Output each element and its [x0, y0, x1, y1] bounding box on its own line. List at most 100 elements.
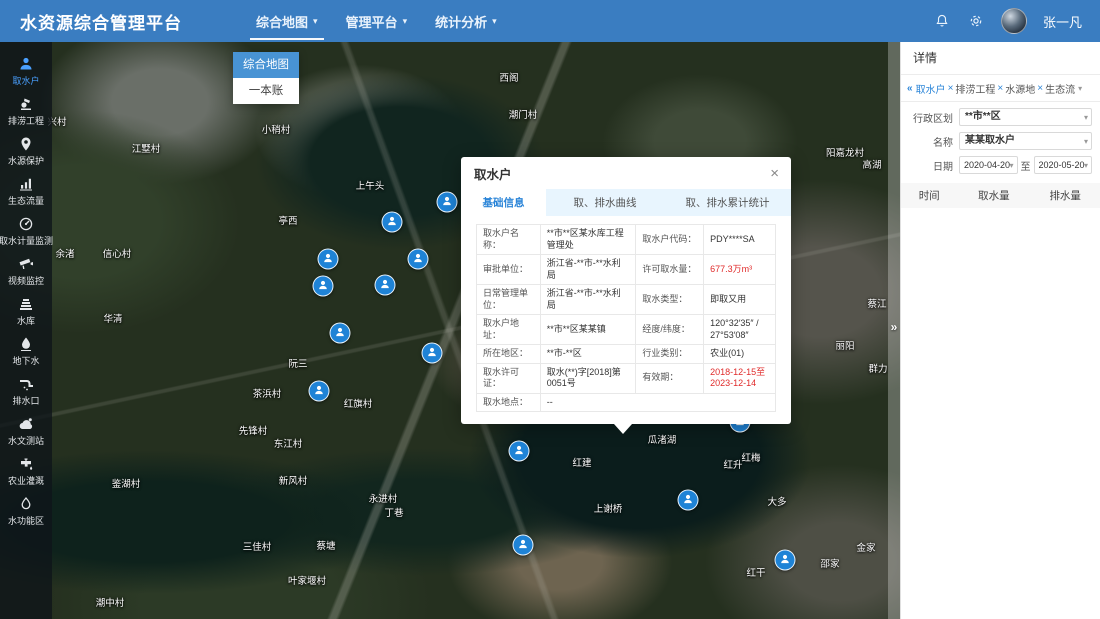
field-value-permitted-volume: 677.3万m³: [704, 255, 776, 285]
sidebar-item-reservoir[interactable]: 水库: [0, 296, 52, 327]
map-place-label: 丽阳: [835, 338, 854, 352]
date-from-picker[interactable]: 2020-04-20 ▾: [959, 156, 1018, 174]
person-icon: [683, 491, 694, 509]
dropdown-item-ledger[interactable]: 一本账: [233, 78, 299, 104]
bar-chart-icon: [18, 176, 34, 192]
water-user-map-marker[interactable]: [382, 212, 403, 233]
water-user-map-marker[interactable]: [330, 323, 351, 344]
panel-tab-drainage-project[interactable]: 排涝工程 ×: [955, 81, 1003, 96]
water-user-map-marker[interactable]: [318, 249, 339, 270]
nav-item-statistics[interactable]: 统计分析 ▾: [421, 0, 511, 42]
tab-basic-info[interactable]: 基础信息: [461, 189, 546, 216]
user-name: 张一凡: [1043, 12, 1082, 31]
water-drop-icon: [18, 336, 34, 352]
dropdown-item-map[interactable]: 综合地图: [233, 52, 299, 78]
field-value-validity-period: 2018-12-15至2023-12-14: [704, 363, 776, 393]
field-label: 取水户地址：: [477, 315, 541, 345]
table-row: 所在地区： **市-**区 行业类别： 农业(01): [477, 345, 776, 364]
person-icon: [318, 277, 329, 295]
tab-intake-discharge-curve[interactable]: 取、排水曲线: [546, 189, 664, 216]
date-to-picker[interactable]: 2020-05-20 ▾: [1034, 156, 1093, 174]
close-icon[interactable]: ×: [770, 166, 779, 181]
sidebar-item-water-function-zone[interactable]: 水功能区: [0, 496, 52, 527]
gear-icon[interactable]: [967, 12, 985, 30]
topbar-right: 张一凡: [933, 0, 1082, 42]
field-label: 取水地点：: [477, 393, 541, 412]
map-place-label: 华清: [103, 311, 122, 325]
field-value: --: [540, 393, 775, 412]
cloud-icon: [18, 416, 34, 432]
region-select[interactable]: **市**区 ▾: [959, 108, 1092, 126]
name-row: 名称 某某取水户 ▾: [901, 132, 1092, 150]
tabs-scroll-left-icon[interactable]: «: [907, 83, 913, 94]
water-user-map-marker[interactable]: [437, 192, 458, 213]
field-label: 取水户代码：: [636, 225, 704, 255]
name-select[interactable]: 某某取水户 ▾: [959, 132, 1092, 150]
panel-tab-water-source[interactable]: 水源地 ×: [1005, 81, 1043, 96]
field-label: 审批单位：: [477, 255, 541, 285]
sidebar-item-eco-flow[interactable]: 生态流量: [0, 176, 52, 207]
field-label: 所在地区：: [477, 345, 541, 364]
user-avatar[interactable]: [1001, 8, 1027, 34]
map-place-label: 蔡塘: [316, 538, 335, 552]
popup-pointer-arrow: [614, 424, 632, 434]
map-place-label: 瓜渚湖: [648, 432, 677, 446]
sidebar-item-drainage-project[interactable]: 排涝工程: [0, 96, 52, 127]
close-icon[interactable]: ×: [948, 83, 954, 94]
person-icon: [387, 213, 398, 231]
app-title: 水资源综合管理平台: [20, 9, 182, 34]
close-icon[interactable]: ×: [997, 83, 1003, 94]
water-user-map-marker[interactable]: [678, 490, 699, 511]
water-user-map-marker[interactable]: [408, 249, 429, 270]
water-user-map-marker[interactable]: [775, 550, 796, 571]
water-user-map-marker[interactable]: [375, 275, 396, 296]
sidebar-item-water-source-protection[interactable]: 水源保护: [0, 136, 52, 167]
field-label: 日常管理单位：: [477, 285, 541, 315]
nav-item-map[interactable]: 综合地图 ▾: [242, 0, 332, 42]
date-row: 日期 2020-04-20 ▾ 至 2020-05-20 ▾: [901, 156, 1092, 174]
map-place-label: 高湖: [862, 157, 881, 171]
sidebar-item-outfall[interactable]: 排水口: [0, 376, 52, 407]
nav-item-management[interactable]: 管理平台 ▾: [332, 0, 422, 42]
sidebar-item-agri-irrigation[interactable]: 农业灌溉: [0, 456, 52, 487]
person-icon: [442, 193, 453, 211]
table-row: 取水户地址： **市**区某某镇 经度/纬度： 120°32′35″ / 27°…: [477, 315, 776, 345]
column-header-discharge: 排水量: [1030, 188, 1100, 203]
droplet-outline-icon: [18, 496, 34, 512]
bell-icon[interactable]: [933, 12, 951, 30]
water-user-map-marker[interactable]: [309, 381, 330, 402]
map-place-label: 上午头: [356, 178, 385, 192]
field-value: **市**区某某镇: [540, 315, 636, 345]
detail-panel-title: 详情: [901, 42, 1100, 75]
faucet-icon: [18, 456, 34, 472]
water-user-map-marker[interactable]: [422, 343, 443, 364]
panel-tab-eco-flow[interactable]: 生态流 ▾: [1045, 81, 1082, 96]
map-place-label: 东江村: [274, 436, 303, 450]
dam-icon: [18, 296, 34, 312]
cctv-camera-icon: [18, 256, 34, 272]
sidebar-item-water-metering[interactable]: 取水计量监测: [0, 216, 52, 247]
close-icon[interactable]: ×: [1037, 83, 1043, 94]
sidebar-item-water-user[interactable]: 取水户: [0, 56, 52, 87]
map-place-label: 阳嘉龙村: [826, 145, 864, 159]
basic-info-table: 取水户名称： **市**区某水库工程管理处 取水户代码： PDY****SA 审…: [476, 224, 776, 412]
popup-tabs: 基础信息 取、排水曲线 取、排水累计统计: [461, 189, 791, 216]
sidebar-item-video-monitor[interactable]: 视频监控: [0, 256, 52, 287]
map-place-label: 鉴湖村: [112, 476, 141, 490]
field-label: 行业类别：: [636, 345, 704, 364]
water-user-map-marker[interactable]: [509, 441, 530, 462]
field-value: 即取又用: [704, 285, 776, 315]
collapse-right-icon[interactable]: »: [888, 320, 900, 334]
panel-tab-water-user[interactable]: 取水户 ×: [916, 81, 954, 96]
column-header-time: 时间: [901, 188, 957, 203]
water-user-map-marker[interactable]: [313, 276, 334, 297]
person-icon: [413, 250, 424, 268]
tab-cumulative-statistics[interactable]: 取、排水累计统计: [664, 189, 791, 216]
sidebar-item-hydrology-station[interactable]: 水文测站: [0, 416, 52, 447]
water-user-map-marker[interactable]: [513, 535, 534, 556]
map-place-label: 上谢桥: [594, 501, 623, 515]
map-place-label: 西阁: [499, 70, 518, 84]
map-place-label: 红干: [746, 565, 765, 579]
map-place-label: 红升: [723, 457, 742, 471]
sidebar-item-groundwater[interactable]: 地下水: [0, 336, 52, 367]
